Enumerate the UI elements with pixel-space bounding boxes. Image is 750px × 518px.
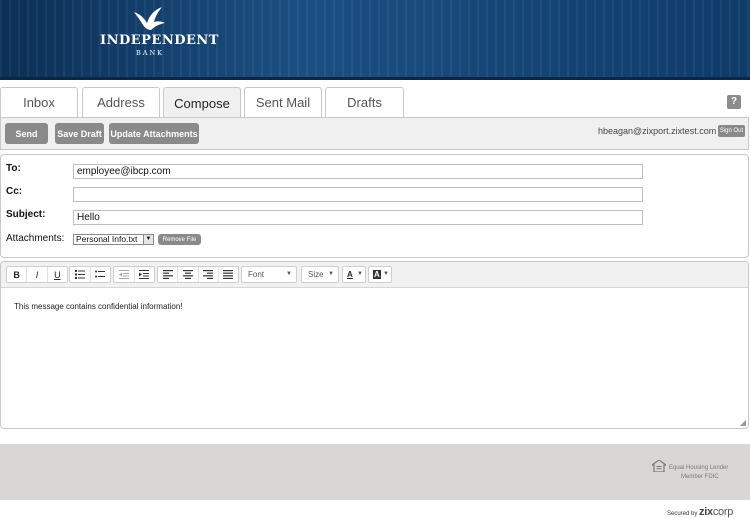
send-button[interactable]: Send <box>5 123 48 144</box>
subject-field[interactable] <box>73 210 643 225</box>
bold-button[interactable]: B <box>7 267 28 282</box>
tab-address[interactable]: Address <box>82 87 160 117</box>
user-email: hbeagan@zixport.zixtest.com <box>598 126 717 136</box>
background-color-icon: A <box>373 270 381 279</box>
secured-by-text: Secured by <box>667 511 698 517</box>
text-color-button[interactable]: A ▼ <box>342 266 366 283</box>
ehl-text: Equal Housing Lender <box>669 465 729 471</box>
tab-inbox[interactable]: Inbox <box>0 87 78 117</box>
bank-name: INDEPENDENT <box>100 33 219 48</box>
zix-text: zix <box>699 506 713 518</box>
cc-field[interactable] <box>73 187 643 202</box>
font-dropdown[interactable]: Font ▼ <box>241 266 297 283</box>
size-dropdown[interactable]: Size ▼ <box>301 266 339 283</box>
message-editor: B I U Font ▼ Size ▼ A ▼ A ▼ This message… <box>0 261 749 429</box>
bird-logo-icon <box>134 7 165 30</box>
chevron-down-icon: ▼ <box>383 271 389 277</box>
remove-file-button[interactable]: Remove File <box>158 234 201 245</box>
secured-by: Secured by zixcorp <box>667 506 733 518</box>
ordered-list-icon[interactable] <box>70 267 91 282</box>
align-group <box>157 266 239 283</box>
bank-sub: BANK <box>135 49 164 57</box>
footer: Equal Housing Lender Member FDIC <box>0 444 750 500</box>
chevron-down-icon: ▼ <box>357 271 363 277</box>
align-justify-icon[interactable] <box>219 267 238 282</box>
chevron-down-icon: ▼ <box>143 235 153 244</box>
tab-sent-mail[interactable]: Sent Mail <box>244 87 322 117</box>
save-draft-button[interactable]: Save Draft <box>55 123 104 144</box>
font-dropdown-label: Font <box>248 270 265 279</box>
fdic-text: Member FDIC <box>681 474 719 480</box>
underline-button[interactable]: U <box>48 267 67 282</box>
align-center-icon[interactable] <box>178 267 199 282</box>
resize-grip-icon[interactable]: ◢ <box>740 418 746 427</box>
chevron-down-icon: ▼ <box>328 271 334 277</box>
subject-label: Subject: <box>6 209 46 220</box>
editor-toolbar: B I U Font ▼ Size ▼ A ▼ A ▼ <box>1 262 748 288</box>
size-dropdown-label: Size <box>308 270 324 279</box>
compose-toolbar: Send Save Draft Update Attachments hbeag… <box>0 117 749 150</box>
zixcorp-logo[interactable]: zixcorp <box>699 506 733 518</box>
outdent-icon[interactable] <box>114 267 135 282</box>
banner-border <box>0 77 750 80</box>
bank-logo[interactable]: INDEPENDENT BANK <box>100 6 219 66</box>
help-button[interactable]: ? <box>727 95 741 109</box>
align-right-icon[interactable] <box>199 267 219 282</box>
attachment-selected: Personal Info.txt <box>76 234 138 244</box>
indent-icon[interactable] <box>135 267 155 282</box>
house-icon <box>652 460 666 472</box>
background-color-button[interactable]: A ▼ <box>368 266 392 283</box>
indent-group <box>113 266 155 283</box>
list-group <box>69 266 111 283</box>
attachments-label: Attachments: <box>6 233 65 244</box>
update-attachments-button[interactable]: Update Attachments <box>109 123 199 144</box>
sign-out-button[interactable]: Sign Out <box>718 125 745 137</box>
format-group: B I U <box>6 266 68 283</box>
cc-label: Cc: <box>6 186 23 197</box>
attachment-select[interactable]: Personal Info.txt ▼ <box>73 234 154 245</box>
main-tabs: Inbox Address Compose Sent Mail Drafts <box>0 87 750 118</box>
chevron-down-icon: ▼ <box>286 271 292 277</box>
corp-text: corp <box>712 506 734 518</box>
to-field[interactable] <box>73 164 643 179</box>
tab-drafts[interactable]: Drafts <box>325 87 404 117</box>
align-left-icon[interactable] <box>158 267 179 282</box>
italic-button[interactable]: I <box>27 267 48 282</box>
compose-form: To: Cc: Subject: Attachments: Personal I… <box>0 154 749 258</box>
header-banner: INDEPENDENT BANK <box>0 0 750 80</box>
message-body[interactable]: This message contains confidential infor… <box>14 302 183 311</box>
bullet-list-icon[interactable] <box>91 267 111 282</box>
text-color-icon: A <box>347 270 353 279</box>
tab-compose[interactable]: Compose <box>163 87 241 118</box>
to-label: To: <box>6 163 21 174</box>
